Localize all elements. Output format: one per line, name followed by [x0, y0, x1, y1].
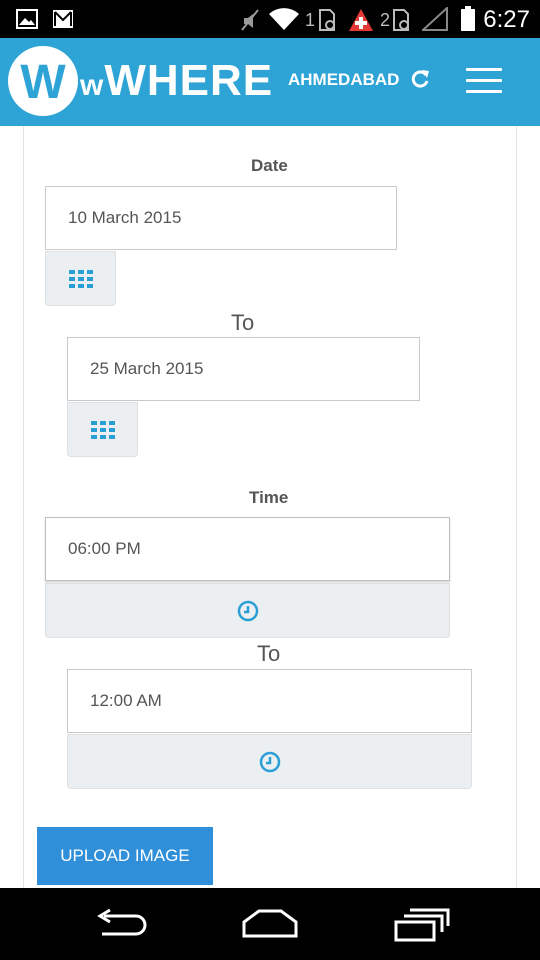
main-content: Date 10 March 2015 To 25 March 2015 Time… — [0, 126, 540, 888]
calendar-grid-icon — [90, 420, 115, 439]
city-selector[interactable]: AHMEDABAD — [288, 70, 399, 90]
alert-icon — [349, 9, 373, 31]
clock-icon — [237, 600, 258, 621]
time-from-input[interactable]: 06:00 PM — [45, 517, 450, 581]
sim2-label: 2 — [380, 10, 391, 30]
date-to-calendar-button[interactable] — [67, 402, 138, 457]
calendar-grid-icon — [68, 269, 93, 288]
wifi-icon — [269, 8, 299, 31]
logo[interactable]: W — [8, 46, 78, 116]
date-label: Date — [251, 156, 288, 175]
status-bar: 1 2 6:27 — [0, 0, 540, 38]
back-icon[interactable] — [92, 908, 148, 940]
sim2-icon — [393, 9, 409, 31]
status-time: 6:27 — [483, 6, 530, 33]
time-to-input[interactable]: 12:00 AM — [67, 669, 472, 733]
recents-icon[interactable] — [394, 908, 450, 942]
time-to-clock-button[interactable] — [67, 734, 472, 789]
clock-icon — [259, 751, 280, 772]
date-from-input[interactable]: 10 March 2015 — [45, 186, 397, 250]
gmail-icon — [53, 10, 73, 28]
logo-mark-icon: W — [20, 56, 66, 109]
sim1-icon — [319, 9, 335, 31]
logo-text: WHERE — [104, 56, 274, 105]
sim1-label: 1 — [305, 10, 316, 30]
signal-icon — [422, 7, 448, 31]
logo-letter: W — [20, 56, 66, 109]
upload-image-button[interactable]: UPLOAD IMAGE — [37, 827, 213, 885]
home-icon[interactable] — [241, 908, 299, 940]
logo-small-letter: w — [80, 69, 105, 102]
time-to-label: To — [257, 641, 281, 666]
date-to-label: To — [231, 310, 255, 335]
image-icon — [16, 9, 38, 29]
date-from-calendar-button[interactable] — [45, 251, 116, 306]
time-from-clock-button[interactable] — [45, 583, 450, 638]
refresh-icon[interactable] — [410, 68, 430, 90]
date-to-input[interactable]: 25 March 2015 — [67, 337, 420, 401]
app-bar: W wWHERE AHMEDABAD — [0, 38, 540, 126]
system-nav-bar — [0, 888, 540, 960]
hamburger-menu-icon[interactable] — [466, 68, 502, 96]
logo-wordmark: wWHERE — [80, 56, 273, 106]
mute-icon — [241, 9, 259, 31]
battery-icon — [461, 6, 475, 31]
time-label: Time — [249, 488, 289, 507]
